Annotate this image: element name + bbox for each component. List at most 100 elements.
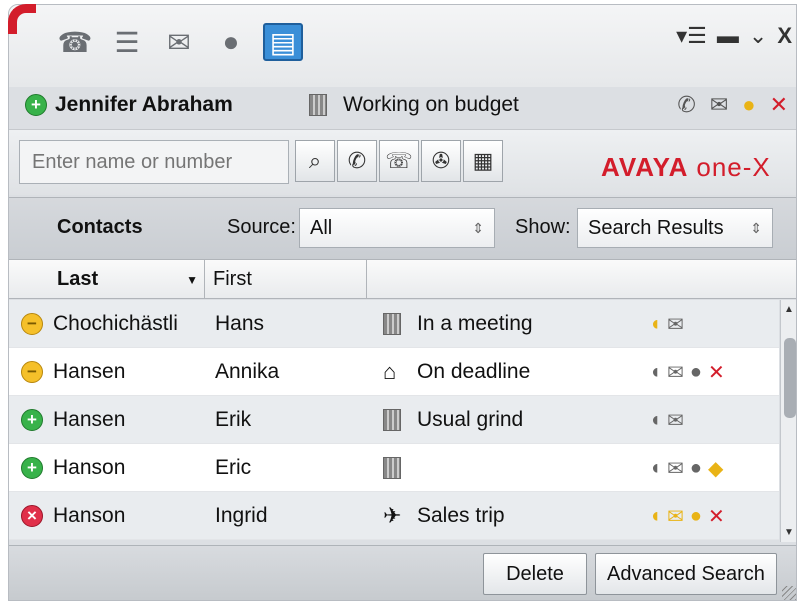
phone-busy-icon[interactable]: ◖ — [649, 313, 661, 336]
contacts-list-icon[interactable]: ☰ — [107, 23, 147, 61]
home-icon: ⌂ — [383, 359, 397, 384]
share-blocked-icon[interactable]: ✕ — [708, 360, 725, 385]
user-contact-icons: ✆ ✉ ● ✕ — [677, 89, 788, 121]
status-text: On deadline — [417, 360, 531, 383]
phone-handset-icon[interactable]: ✆ — [677, 92, 695, 118]
chevron-updown-icon: ⇕ — [472, 219, 484, 236]
table-row[interactable]: − Hansen Annika ⌂ On deadline ◖ ✉ ● ✕ — [9, 348, 779, 396]
show-select[interactable]: Search Results ⇕ — [577, 208, 773, 248]
scroll-down-icon[interactable]: ▼ — [784, 527, 794, 538]
available-presence-icon: + — [21, 409, 43, 431]
user-status-text: Working on budget — [343, 93, 519, 116]
available-presence-icon: + — [21, 457, 43, 479]
contacts-label: Contacts — [57, 216, 143, 238]
share-icon[interactable]: ✕ — [770, 92, 788, 118]
last-name: Hanson — [53, 504, 126, 527]
column-first-label: First — [213, 268, 252, 290]
conference-icon[interactable]: ☏ — [379, 140, 419, 182]
vertical-scrollbar[interactable]: ▲ ▼ — [780, 300, 796, 542]
table-row[interactable]: × Hanson Ingrid ✈ Sales trip ◖ ✉ ● ✕ — [9, 492, 779, 540]
collapse-icon[interactable]: ⌄ — [749, 23, 767, 49]
close-icon[interactable]: X — [777, 23, 792, 49]
sort-desc-icon: ▼ — [186, 272, 198, 287]
voicemail-button-icon[interactable]: ✇ — [421, 140, 461, 182]
im-icon[interactable]: ● — [690, 361, 702, 384]
chevron-updown-icon: ⇕ — [750, 219, 762, 236]
advanced-search-button[interactable]: Advanced Search — [595, 553, 777, 595]
busy-presence-icon: − — [21, 313, 43, 335]
source-select[interactable]: All ⇕ — [299, 208, 495, 248]
first-name: Eric — [215, 456, 252, 479]
dnd-presence-icon: × — [21, 505, 43, 527]
search-bar: ⌕ ✆ ☏ ✇ ▦ AVAYAone-X — [9, 129, 796, 195]
onex-window: ☎ ☰ ✉ ● ▤ ▾☰ ▬ ⌄ X + Jennifer Abraham Wo… — [8, 4, 797, 601]
status-text: In a meeting — [417, 312, 533, 335]
first-name: Hans — [215, 312, 265, 335]
voicemail-icon[interactable]: ✉ — [159, 23, 199, 61]
building-icon — [383, 457, 401, 479]
user-status[interactable]: Working on budget — [309, 89, 519, 121]
first-name: Ingrid — [215, 504, 268, 527]
available-presence-icon: + — [25, 94, 47, 116]
phone-icon[interactable]: ☎ — [55, 23, 95, 61]
minimize-icon[interactable]: ▬ — [717, 23, 739, 49]
email-icon[interactable]: ✉ — [710, 92, 728, 118]
user-presence[interactable]: + Jennifer Abraham — [25, 89, 233, 121]
directory-book-icon[interactable]: ▤ — [263, 23, 303, 61]
call-icon[interactable]: ✆ — [337, 140, 377, 182]
table-row[interactable]: + Hansen Erik Usual grind ◖ ✉ — [9, 396, 779, 444]
im-icon[interactable]: ● — [742, 92, 755, 118]
window-controls: ▾☰ ▬ ⌄ X — [676, 23, 792, 49]
brand-logo: AVAYA one-X — [601, 152, 771, 183]
im-bubble-icon[interactable]: ● — [211, 23, 251, 61]
email-busy-icon[interactable]: ✉ — [667, 504, 684, 529]
busy-presence-icon: − — [21, 361, 43, 383]
column-last[interactable]: Last ▼ — [9, 260, 205, 299]
phone-icon[interactable]: ◖ — [649, 457, 661, 480]
status-text: Sales trip — [417, 504, 505, 527]
scroll-thumb[interactable] — [784, 338, 796, 418]
email-icon[interactable]: ✉ — [667, 408, 684, 433]
scroll-up-icon[interactable]: ▲ — [784, 304, 794, 315]
share-blocked-icon[interactable]: ✕ — [708, 504, 725, 529]
menu-icon[interactable]: ▾☰ — [676, 23, 707, 49]
brand-avaya: AVAYA — [601, 152, 689, 182]
status-text: Usual grind — [417, 408, 524, 431]
show-value: Search Results — [588, 216, 724, 239]
delete-button[interactable]: Delete — [483, 553, 587, 595]
table-row[interactable]: + Hanson Eric ◖ ✉ ● ◆ — [9, 444, 779, 492]
building-icon — [309, 94, 327, 116]
airplane-icon: ✈ — [383, 503, 402, 528]
email-icon[interactable]: ✉ — [667, 312, 684, 337]
source-value: All — [310, 216, 333, 239]
contact-list: − Chochichästli Hans In a meeting ◖ ✉ − H… — [9, 300, 779, 540]
share-busy-icon[interactable]: ◆ — [708, 456, 723, 481]
search-input[interactable] — [19, 140, 289, 184]
building-icon — [383, 409, 401, 431]
resize-grip-icon[interactable] — [782, 586, 796, 600]
source-label: Source: — [227, 216, 296, 238]
im-busy-icon[interactable]: ● — [690, 505, 702, 528]
dialpad-icon[interactable]: ▦ — [463, 140, 503, 182]
phone-icon[interactable]: ◖ — [649, 361, 661, 384]
phone-icon[interactable]: ◖ — [649, 409, 661, 432]
last-name: Hansen — [53, 408, 126, 431]
filter-bar: Contacts Source: All ⇕ Show: Search Resul… — [9, 197, 796, 259]
column-last-label: Last — [57, 268, 99, 290]
email-icon[interactable]: ✉ — [667, 456, 684, 481]
column-first[interactable]: First — [205, 260, 367, 299]
building-icon — [383, 313, 401, 335]
brand-corner-accent — [8, 4, 36, 34]
last-name: Chochichästli — [53, 312, 178, 335]
mode-toolbar: ☎ ☰ ✉ ● ▤ — [55, 23, 303, 61]
phone-busy-icon[interactable]: ◖ — [649, 505, 661, 528]
show-label: Show: — [515, 216, 571, 238]
title-bar: ☎ ☰ ✉ ● ▤ ▾☰ ▬ ⌄ X — [9, 5, 796, 87]
email-icon[interactable]: ✉ — [667, 360, 684, 385]
im-icon[interactable]: ● — [690, 457, 702, 480]
brand-onex: one-X — [696, 152, 771, 182]
last-name: Hanson — [53, 456, 126, 479]
column-header: Last ▼ First — [9, 259, 796, 299]
search-icon[interactable]: ⌕ — [295, 140, 335, 182]
table-row[interactable]: − Chochichästli Hans In a meeting ◖ ✉ — [9, 300, 779, 348]
